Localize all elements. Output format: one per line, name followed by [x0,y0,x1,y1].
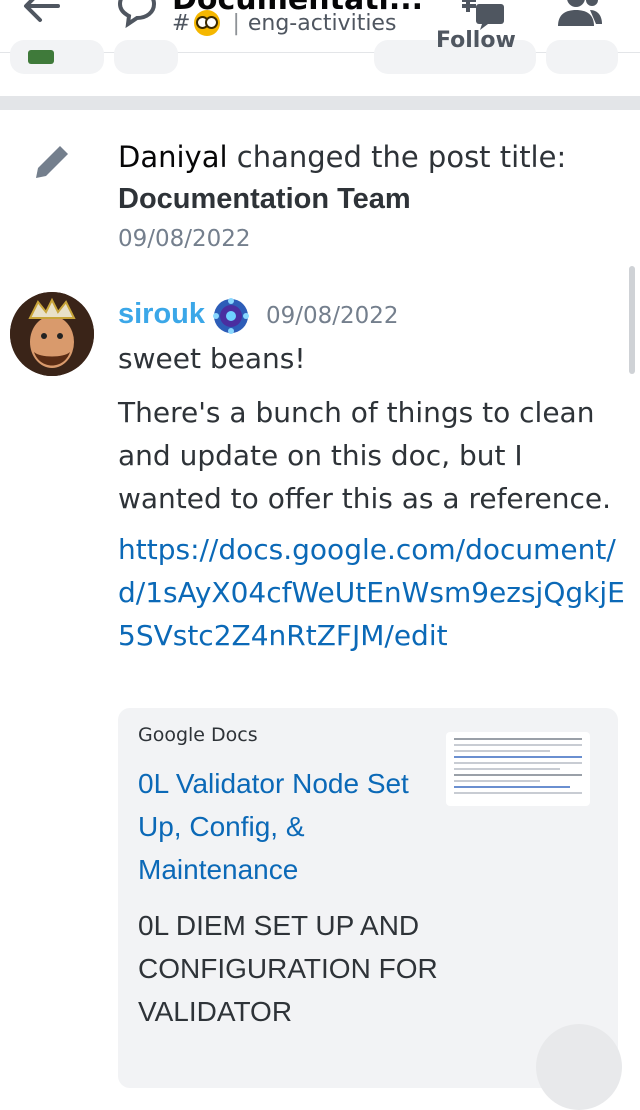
channel-hash: # [172,10,191,36]
scroll-down-button[interactable] [536,1024,622,1110]
role-badge-icon [212,297,250,339]
system-author[interactable]: Daniyal [118,140,228,174]
embed-title[interactable]: 0L Validator Node Set Up, Config, & Main… [138,762,428,891]
message-author[interactable]: sirouk [118,298,205,331]
nerd-emoji-icon [194,10,221,36]
scrollbar[interactable] [629,266,635,374]
post-title: Documentation Team [118,183,411,215]
embed-thumbnail[interactable] [446,732,590,806]
follow-button[interactable]: Follow [374,28,536,74]
channel-name[interactable]: eng-activities [248,11,397,36]
doc-link[interactable]: https://docs.google.com/document/d/1sAyX… [118,528,628,657]
message-text-line: sweet beans! [118,342,306,375]
avatar[interactable] [10,292,94,376]
message-paragraph: There's a bunch of things to clean and u… [118,396,612,515]
embed-provider: Google Docs [138,724,258,746]
system-message-text: Daniyal changed the post title: [118,140,566,174]
back-arrow-icon[interactable] [22,0,62,30]
separator: | [232,10,240,36]
section-divider [0,96,640,110]
reaction-pill[interactable] [114,40,178,74]
more-button[interactable] [546,40,618,74]
members-icon[interactable] [556,0,604,32]
link-embed: Google Docs 0L Validator Node Set Up, Co… [118,708,618,1088]
tag-emoji-icon [28,50,54,64]
follow-label: Follow [436,28,516,53]
system-timestamp: 09/08/2022 [118,226,251,252]
pencil-icon [30,140,74,188]
system-action: changed the post title: [236,140,567,174]
thread-bubble-icon [116,0,158,32]
tag-pill[interactable] [10,40,104,74]
channel-path: # | eng-activities [172,10,396,36]
embed-description: 0L DIEM SET UP AND CONFIGURATION FOR VAL… [138,910,438,1027]
message-timestamp: 09/08/2022 [266,303,399,329]
